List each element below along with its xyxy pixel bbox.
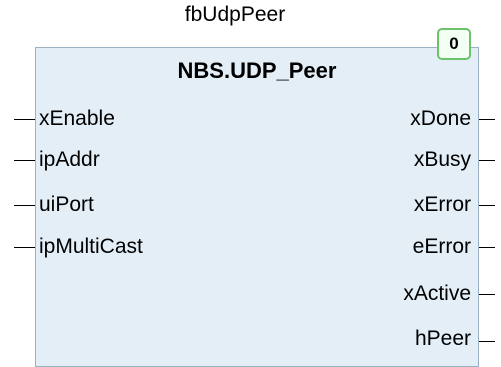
input-pin-line-uiport[interactable]: [14, 205, 35, 206]
output-pin-line-xerror[interactable]: [479, 205, 495, 206]
input-pin-line-ipaddr[interactable]: [14, 160, 35, 161]
output-pin-xerror[interactable]: xError: [414, 193, 471, 217]
output-pin-eerror[interactable]: eError: [413, 235, 471, 259]
fb-type-name[interactable]: NBS.UDP_Peer: [36, 58, 478, 84]
input-pin-xenable[interactable]: xEnable: [39, 107, 115, 131]
execution-order-badge[interactable]: 0: [437, 28, 471, 60]
output-pin-xactive[interactable]: xActive: [403, 282, 471, 306]
fb-instance-name[interactable]: fbUdpPeer: [150, 2, 320, 28]
output-pin-line-xactive[interactable]: [479, 294, 495, 295]
input-pin-line-ipmulticast[interactable]: [14, 247, 35, 248]
input-pin-ipaddr[interactable]: ipAddr: [39, 148, 100, 172]
output-pin-xdone[interactable]: xDone: [410, 107, 471, 131]
function-block-box[interactable]: NBS.UDP_Peer: [35, 47, 479, 367]
output-pin-line-xdone[interactable]: [479, 119, 495, 120]
input-pin-line-xenable[interactable]: [14, 119, 35, 120]
output-pin-line-xbusy[interactable]: [479, 160, 495, 161]
input-pin-ipmulticast[interactable]: ipMultiCast: [39, 235, 143, 259]
output-pin-xbusy[interactable]: xBusy: [414, 148, 471, 172]
output-pin-line-eerror[interactable]: [479, 247, 495, 248]
output-pin-line-hpeer[interactable]: [479, 341, 495, 342]
function-block-diagram: fbUdpPeer NBS.UDP_Peer 0 xEnable ipAddr …: [0, 0, 501, 367]
output-pin-hpeer[interactable]: hPeer: [415, 327, 471, 351]
input-pin-uiport[interactable]: uiPort: [39, 193, 94, 217]
